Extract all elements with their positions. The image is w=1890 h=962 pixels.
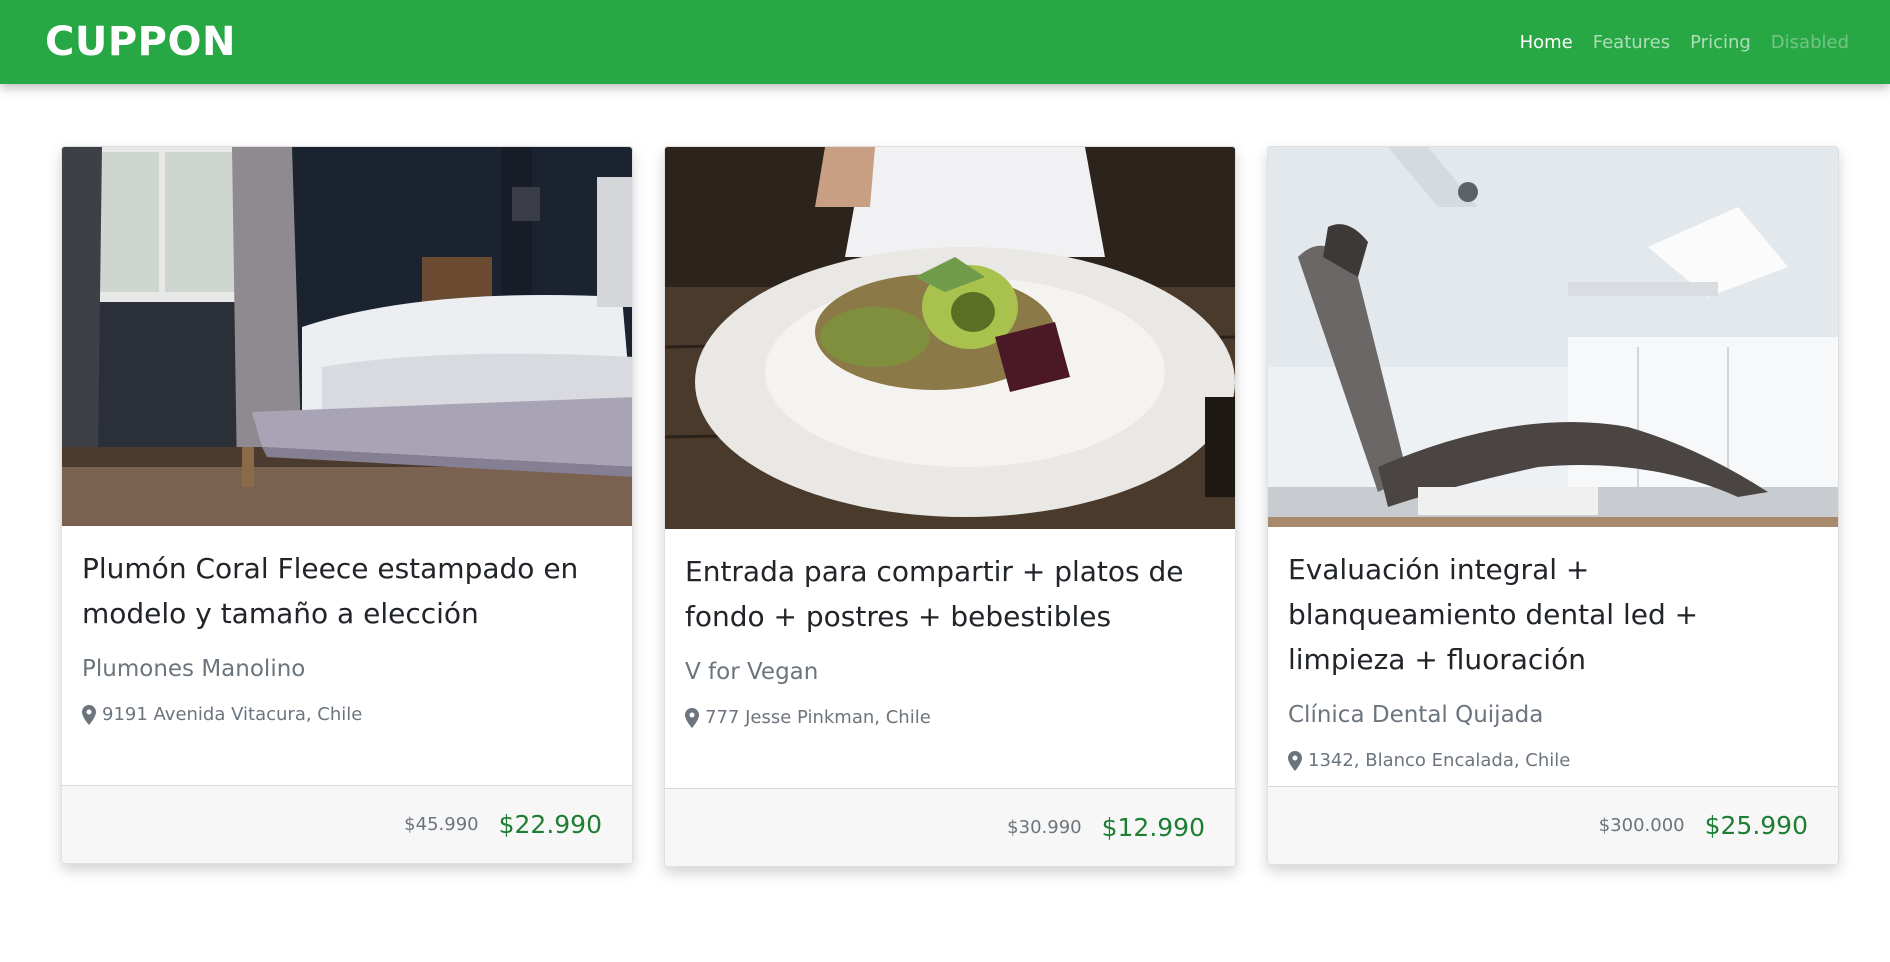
navbar: CUPPON Home Features Pricing Disabled (0, 0, 1890, 84)
card-title[interactable]: Plumón Coral Fleece estampado en modelo … (82, 546, 612, 636)
merchant-name: Clínica Dental Quijada (1288, 702, 1544, 728)
card-title[interactable]: Evaluación integral + blanqueamiento den… (1288, 547, 1818, 682)
merchant-name: V for Vegan (685, 659, 819, 685)
bed-photo[interactable] (62, 147, 632, 526)
map-marker-icon (82, 704, 96, 725)
deal-card-dental[interactable]: Evaluación integral + blanqueamiento den… (1267, 146, 1839, 865)
card-body: Plumón Coral Fleece estampado en modelo … (62, 526, 632, 725)
brand-logo[interactable]: CUPPON (45, 19, 236, 65)
nav-link-features[interactable]: Features (1583, 32, 1680, 53)
map-marker-icon (685, 707, 699, 728)
location-text: 777 Jesse Pinkman, Chile (705, 707, 931, 728)
location-text: 9191 Avenida Vitacura, Chile (102, 704, 363, 725)
old-price: $300.000 (1598, 815, 1685, 836)
nav-link-disabled: Disabled (1770, 31, 1849, 53)
nav-links: Home Features Pricing Disabled (1510, 32, 1859, 53)
old-price: $30.990 (1007, 817, 1082, 838)
new-price: $22.990 (498, 810, 602, 839)
salad-plate-photo[interactable] (665, 147, 1235, 529)
location-text: 1342, Blanco Encalada, Chile (1308, 750, 1571, 771)
card-footer: $300.000 $25.990 (1268, 786, 1838, 864)
nav-link-home[interactable]: Home (1510, 32, 1583, 53)
card-location: 9191 Avenida Vitacura, Chile (82, 704, 612, 725)
deal-card-bed[interactable]: Plumón Coral Fleece estampado en modelo … (61, 146, 633, 864)
card-footer: $30.990 $12.990 (665, 788, 1235, 866)
card-location: 777 Jesse Pinkman, Chile (685, 707, 1215, 728)
merchant-name: Plumones Manolino (82, 656, 306, 682)
card-location: 1342, Blanco Encalada, Chile (1288, 750, 1818, 771)
nav-link-pricing[interactable]: Pricing (1680, 32, 1761, 53)
new-price: $12.990 (1101, 813, 1205, 842)
deal-card-vegan[interactable]: Entrada para compartir + platos de fondo… (664, 146, 1236, 867)
card-title[interactable]: Entrada para compartir + platos de fondo… (685, 549, 1215, 639)
new-price: $25.990 (1704, 811, 1808, 840)
card-body: Entrada para compartir + platos de fondo… (665, 529, 1235, 728)
map-marker-icon (1288, 750, 1302, 771)
old-price: $45.990 (404, 814, 479, 835)
card-body: Evaluación integral + blanqueamiento den… (1268, 527, 1838, 771)
card-footer: $45.990 $22.990 (62, 785, 632, 863)
dental-chair-photo[interactable] (1268, 147, 1838, 527)
